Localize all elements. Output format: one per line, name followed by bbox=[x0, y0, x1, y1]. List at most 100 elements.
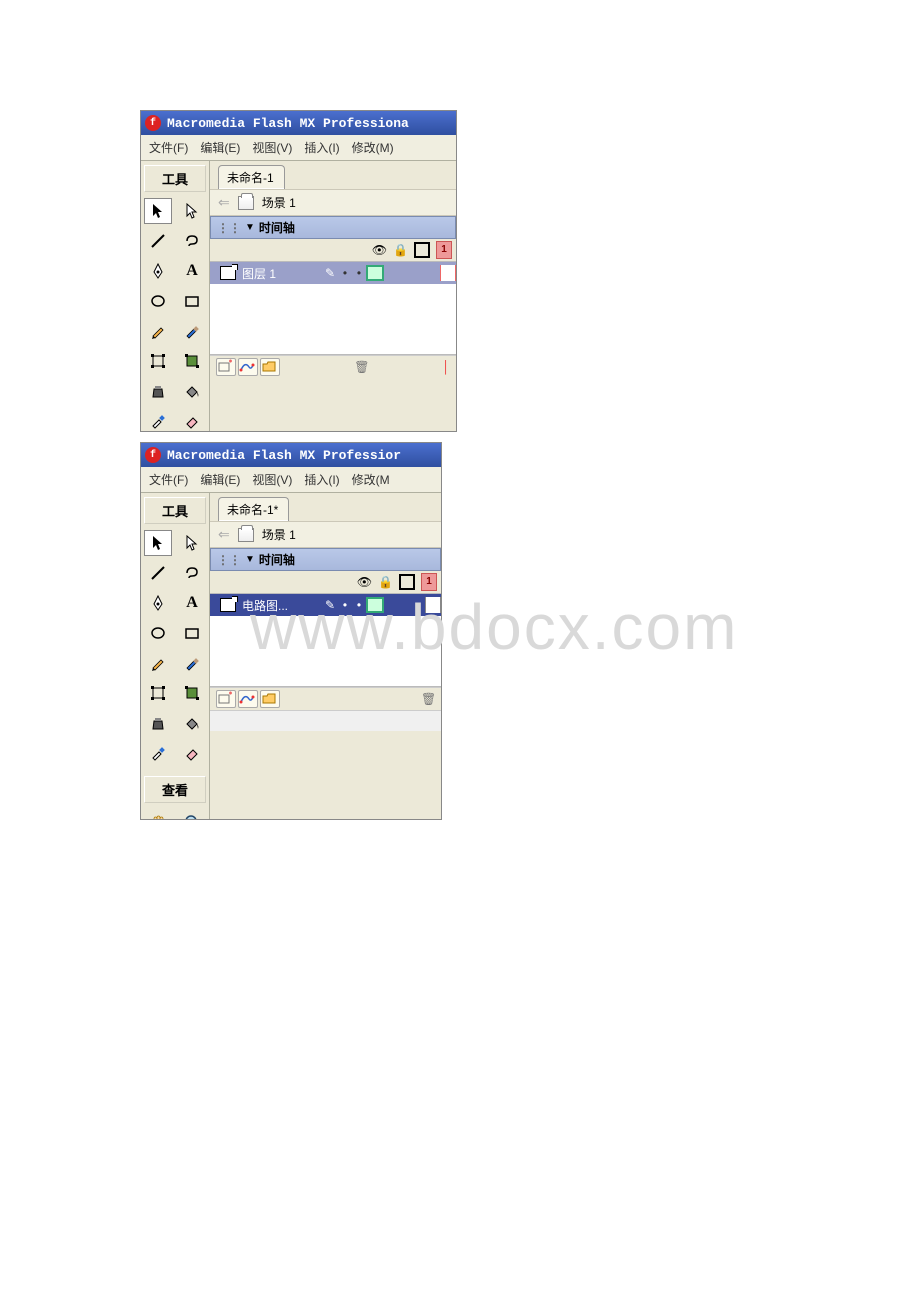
app-title: Macromedia Flash MX Professior bbox=[167, 448, 401, 463]
menu-edit[interactable]: 编辑(E) bbox=[198, 137, 242, 158]
scene-bar: ⇐ 场景 1 bbox=[210, 189, 456, 216]
lock-icon[interactable]: 🔒 bbox=[378, 575, 393, 589]
layer-page-icon bbox=[220, 598, 236, 612]
subselection-tool[interactable] bbox=[178, 530, 206, 556]
collapse-triangle-icon[interactable]: ▼ bbox=[245, 222, 255, 233]
outline-color-box[interactable] bbox=[366, 597, 384, 613]
outline-toggle-icon[interactable] bbox=[399, 574, 415, 590]
rectangle-tool[interactable] bbox=[178, 288, 206, 314]
text-tool[interactable]: A bbox=[178, 590, 206, 616]
outline-color-box[interactable] bbox=[366, 265, 384, 281]
ink-bottle-tool[interactable] bbox=[144, 710, 172, 736]
eyedropper-tool[interactable] bbox=[144, 408, 172, 432]
lasso-tool[interactable] bbox=[178, 560, 206, 586]
layer-row[interactable]: 电路图... ✎ • • bbox=[210, 594, 441, 616]
scene-name[interactable]: 场景 1 bbox=[262, 194, 296, 211]
menu-insert[interactable]: 插入(I) bbox=[302, 469, 341, 490]
window-body: 工具 A bbox=[141, 161, 456, 432]
visibility-dot[interactable]: • bbox=[338, 598, 352, 612]
add-folder-button[interactable] bbox=[260, 358, 280, 376]
add-layer-button[interactable] bbox=[216, 690, 236, 708]
menu-view[interactable]: 视图(V) bbox=[250, 137, 294, 158]
keyframe-cell[interactable] bbox=[425, 597, 441, 613]
free-transform-tool[interactable] bbox=[144, 348, 172, 374]
pencil-active-icon: ✎ bbox=[322, 598, 338, 612]
page: f Macromedia Flash MX Professiona 文件(F) … bbox=[0, 0, 920, 1302]
menu-file[interactable]: 文件(F) bbox=[147, 137, 190, 158]
eyedropper-tool[interactable] bbox=[144, 740, 172, 766]
frame-number-1[interactable]: 1 bbox=[436, 241, 452, 259]
layer-row[interactable]: 图层 1 ✎ • • bbox=[210, 262, 456, 284]
pen-tool[interactable] bbox=[144, 258, 172, 284]
fill-transform-tool[interactable] bbox=[178, 348, 206, 374]
delete-layer-button[interactable]: 🗑 bbox=[421, 692, 435, 706]
eraser-tool[interactable] bbox=[178, 740, 206, 766]
lasso-tool[interactable] bbox=[178, 228, 206, 254]
line-tool[interactable] bbox=[144, 228, 172, 254]
add-motion-guide-button[interactable] bbox=[238, 690, 258, 708]
delete-layer-button[interactable]: 🗑 bbox=[354, 360, 368, 374]
selection-tool[interactable] bbox=[144, 198, 172, 224]
oval-tool[interactable] bbox=[144, 288, 172, 314]
back-arrow-icon[interactable]: ⇐ bbox=[218, 526, 230, 543]
selection-tool[interactable] bbox=[144, 530, 172, 556]
menu-bar: 文件(F) 编辑(E) 视图(V) 插入(I) 修改(M) bbox=[141, 135, 456, 161]
scene-icon bbox=[238, 196, 254, 210]
brush-tool[interactable] bbox=[178, 318, 206, 344]
lock-icon[interactable]: 🔒 bbox=[393, 243, 408, 257]
oval-tool[interactable] bbox=[144, 620, 172, 646]
brush-tool[interactable] bbox=[178, 650, 206, 676]
eye-icon[interactable]: 👁 bbox=[357, 575, 372, 589]
frame-number-1[interactable]: 1 bbox=[421, 573, 437, 591]
menu-edit[interactable]: 编辑(E) bbox=[198, 469, 242, 490]
pen-tool[interactable] bbox=[144, 590, 172, 616]
add-motion-guide-button[interactable] bbox=[238, 358, 258, 376]
tab-bar: 未命名-1 bbox=[210, 161, 456, 189]
collapse-triangle-icon[interactable]: ▼ bbox=[245, 554, 255, 565]
add-folder-button[interactable] bbox=[260, 690, 280, 708]
scene-name[interactable]: 场景 1 bbox=[262, 526, 296, 543]
paint-bucket-tool[interactable] bbox=[178, 378, 206, 404]
stage-area bbox=[210, 710, 441, 731]
text-tool[interactable]: A bbox=[178, 258, 206, 284]
eraser-tool[interactable] bbox=[178, 408, 206, 432]
eye-icon[interactable]: 👁 bbox=[372, 243, 387, 257]
timeline-header[interactable]: ⋮⋮ ▼ 时间轴 bbox=[210, 548, 441, 571]
outline-toggle-icon[interactable] bbox=[414, 242, 430, 258]
fill-transform-tool[interactable] bbox=[178, 680, 206, 706]
tab-bar: 未命名-1* bbox=[210, 493, 441, 521]
pencil-tool[interactable] bbox=[144, 650, 172, 676]
menu-modify[interactable]: 修改(M) bbox=[350, 137, 396, 158]
line-tool[interactable] bbox=[144, 560, 172, 586]
view-tools-grid bbox=[140, 807, 210, 820]
pencil-tool[interactable] bbox=[144, 318, 172, 344]
title-bar: f Macromedia Flash MX Professiona bbox=[141, 111, 456, 135]
keyframe-cell[interactable] bbox=[440, 265, 456, 281]
timeline-header[interactable]: ⋮⋮ ▼ 时间轴 bbox=[210, 216, 456, 239]
back-arrow-icon[interactable]: ⇐ bbox=[218, 194, 230, 211]
ink-bottle-tool[interactable] bbox=[144, 378, 172, 404]
timeline-column-header: 👁 🔒 1 bbox=[210, 571, 441, 594]
rectangle-tool[interactable] bbox=[178, 620, 206, 646]
visibility-dot[interactable]: • bbox=[338, 266, 352, 280]
layer-page-icon bbox=[220, 266, 236, 280]
timeline-column-header: 👁 🔒 1 bbox=[210, 239, 456, 262]
menu-modify[interactable]: 修改(M bbox=[350, 469, 392, 490]
menu-view[interactable]: 视图(V) bbox=[250, 469, 294, 490]
free-transform-tool[interactable] bbox=[144, 680, 172, 706]
add-layer-button[interactable] bbox=[216, 358, 236, 376]
document-tab[interactable]: 未命名-1 bbox=[218, 165, 285, 189]
menu-file[interactable]: 文件(F) bbox=[147, 469, 190, 490]
hand-tool[interactable] bbox=[144, 809, 172, 820]
subselection-tool[interactable] bbox=[178, 198, 206, 224]
menu-insert[interactable]: 插入(I) bbox=[302, 137, 341, 158]
lock-dot[interactable]: • bbox=[352, 266, 366, 280]
lock-dot[interactable]: • bbox=[352, 598, 366, 612]
timeline-footer: 🗑 bbox=[210, 687, 441, 710]
layer-name[interactable]: 图层 1 bbox=[242, 265, 322, 282]
paint-bucket-tool[interactable] bbox=[178, 710, 206, 736]
document-tab[interactable]: 未命名-1* bbox=[218, 497, 289, 521]
layer-name[interactable]: 电路图... bbox=[242, 597, 322, 614]
zoom-tool[interactable] bbox=[178, 809, 206, 820]
scene-icon bbox=[238, 528, 254, 542]
